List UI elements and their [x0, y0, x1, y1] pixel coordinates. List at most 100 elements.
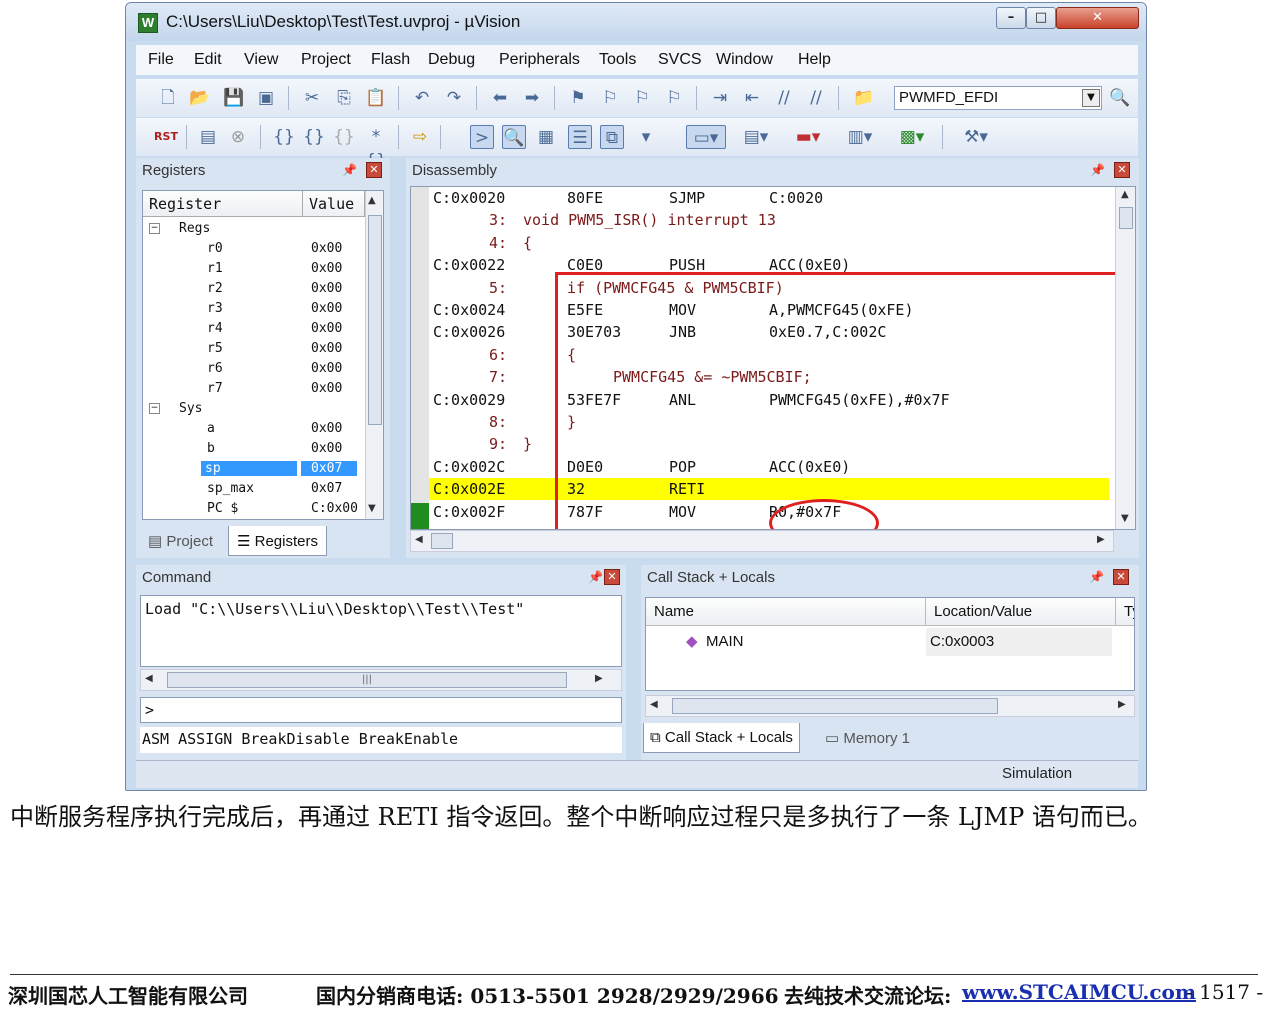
maximize-button[interactable]: □	[1026, 7, 1056, 29]
find-in-files-icon[interactable]: 📁	[852, 86, 876, 110]
register-row[interactable]: sp_max 0x07	[143, 479, 365, 499]
source-line[interactable]: 3: void PWM5_ISR() interrupt 13	[433, 209, 1113, 231]
collapse-icon[interactable]: −	[149, 403, 160, 414]
col-type[interactable]: Ty	[1116, 598, 1134, 626]
disassembly-vscrollbar[interactable]: ▲ ▼	[1115, 187, 1135, 529]
disassembly-window-icon[interactable]: 🔍	[502, 125, 526, 149]
menu-svcs[interactable]: SVCS	[658, 51, 702, 69]
save-all-icon[interactable]: ▣	[254, 86, 278, 110]
navigate-back-icon[interactable]: ⬅	[488, 86, 512, 110]
close-icon[interactable]: ✕	[366, 162, 382, 178]
tab-registers[interactable]: ☰ Registers	[228, 526, 327, 556]
scroll-thumb[interactable]	[1119, 207, 1133, 229]
new-file-icon[interactable]: 🗋	[156, 86, 180, 110]
col-value[interactable]: Value	[303, 191, 365, 217]
save-icon[interactable]: 💾	[222, 86, 246, 110]
source-line[interactable]: 4: {	[433, 232, 1113, 254]
target-select[interactable]: PWMFD_EFDI ▼	[894, 86, 1102, 110]
scroll-thumb[interactable]	[431, 533, 453, 549]
scroll-right-icon[interactable]: ▶	[1097, 534, 1105, 545]
indent-icon[interactable]: ⇥	[708, 86, 732, 110]
scroll-right-icon[interactable]: ▶	[1118, 699, 1126, 710]
chevron-down-icon[interactable]: ▼	[1082, 89, 1100, 107]
pin-icon[interactable]: 📌	[1090, 163, 1105, 177]
callstack-row[interactable]: ◆ MAIN C:0x0003	[646, 628, 1116, 656]
tab-project[interactable]: ▤ Project	[140, 526, 221, 556]
registers-window-icon[interactable]: ☰	[568, 125, 592, 149]
cut-icon[interactable]: ✂	[300, 86, 324, 110]
callstack-hscrollbar[interactable]: ◀ ▶	[645, 695, 1135, 717]
symbols-window-icon[interactable]: ▦	[534, 125, 558, 149]
bookmark-icon[interactable]: ⚑	[566, 86, 590, 110]
close-icon[interactable]: ✕	[604, 569, 620, 585]
scroll-left-icon[interactable]: ◀	[415, 534, 423, 545]
col-register[interactable]: Register	[143, 191, 303, 217]
scroll-left-icon[interactable]: ◀	[650, 699, 658, 710]
prev-bookmark-icon[interactable]: ⚐	[598, 86, 622, 110]
menu-window[interactable]: Window	[716, 51, 773, 69]
scroll-up-icon[interactable]: ▲	[368, 195, 376, 206]
scroll-right-icon[interactable]: ▶	[595, 673, 603, 684]
serial-windows-icon[interactable]: ▤▾	[736, 125, 776, 149]
command-window-icon[interactable]: >	[470, 125, 494, 149]
menu-peripherals[interactable]: Peripherals	[499, 51, 580, 69]
register-row[interactable]: r6 0x00	[143, 359, 365, 379]
menu-flash[interactable]: Flash	[371, 51, 410, 69]
collapse-icon[interactable]: −	[149, 223, 160, 234]
menu-file[interactable]: File	[148, 51, 174, 69]
menu-edit[interactable]: Edit	[194, 51, 222, 69]
menu-project[interactable]: Project	[301, 51, 351, 69]
paste-icon[interactable]: 📋	[364, 86, 388, 110]
register-row[interactable]: r7 0x00	[143, 379, 365, 399]
trace-windows-icon[interactable]: ▥▾	[840, 125, 880, 149]
asm-line[interactable]: C:0x0020 80FE SJMP C:0020	[433, 187, 1113, 209]
system-viewer-icon[interactable]: ▩▾	[892, 125, 932, 149]
run-icon[interactable]: ▤	[196, 125, 220, 149]
close-icon[interactable]: ✕	[1113, 569, 1129, 585]
command-input[interactable]: >	[140, 697, 622, 723]
run-to-cursor-icon[interactable]: *{}	[364, 125, 388, 171]
analysis-windows-icon[interactable]: ▬▾	[788, 125, 828, 149]
tab-callstack[interactable]: ⧉ Call Stack + Locals	[643, 723, 800, 753]
register-row[interactable]: r5 0x00	[143, 339, 365, 359]
find-icon[interactable]: 🔍	[1108, 86, 1132, 110]
scroll-down-icon[interactable]: ▼	[1121, 513, 1129, 524]
scroll-thumb[interactable]: |||	[167, 672, 567, 688]
disassembly-view[interactable]: C:0x0020 80FE SJMP C:0020 3: void PWM5_ISR() …	[410, 186, 1136, 530]
col-name[interactable]: Name	[646, 598, 926, 626]
minimize-button[interactable]: –	[996, 7, 1026, 29]
register-row[interactable]: PC $ C:0x00	[143, 499, 365, 519]
open-file-icon[interactable]: 📂	[188, 86, 212, 110]
scroll-up-icon[interactable]: ▲	[1121, 189, 1129, 200]
comment-icon[interactable]: //	[772, 86, 796, 110]
register-row[interactable]: r4 0x00	[143, 319, 365, 339]
tab-memory1[interactable]: ▭ Memory 1	[819, 723, 916, 753]
scroll-down-icon[interactable]: ▼	[368, 503, 376, 514]
scroll-left-icon[interactable]: ◀	[145, 673, 153, 684]
menu-debug[interactable]: Debug	[428, 51, 475, 69]
command-hscrollbar[interactable]: ◀ ||| ▶	[140, 669, 622, 691]
registers-scrollbar[interactable]: ▲ ▼	[365, 191, 383, 519]
call-stack-window-icon[interactable]: ⧉	[600, 125, 624, 149]
navigate-forward-icon[interactable]: ➡	[520, 86, 544, 110]
register-row[interactable]: r0 0x00	[143, 239, 365, 259]
register-row[interactable]: r1 0x00	[143, 259, 365, 279]
register-row[interactable]: a 0x00	[143, 419, 365, 439]
menu-help[interactable]: Help	[798, 51, 831, 69]
uncomment-icon[interactable]: //	[804, 86, 828, 110]
footer-link[interactable]: www.STCAIMCU.com	[962, 980, 1196, 1004]
tree-node-regs[interactable]: − Regs	[143, 219, 365, 239]
pin-icon[interactable]: 📌	[588, 570, 603, 584]
menu-tools[interactable]: Tools	[599, 51, 636, 69]
close-button[interactable]: ✕	[1056, 7, 1139, 29]
register-row[interactable]: b 0x00	[143, 439, 365, 459]
register-row-selected[interactable]: sp 0x07	[143, 459, 365, 479]
step-over-icon[interactable]: {}	[302, 125, 326, 149]
scroll-thumb[interactable]	[672, 698, 998, 714]
pin-icon[interactable]: 📌	[342, 163, 357, 177]
disassembly-hscrollbar[interactable]: ◀ ▶	[410, 530, 1114, 552]
unindent-icon[interactable]: ⇤	[740, 86, 764, 110]
redo-icon[interactable]: ↷	[442, 86, 466, 110]
stop-icon[interactable]: ⊗	[226, 125, 250, 149]
tree-node-sys[interactable]: − Sys	[143, 399, 365, 419]
